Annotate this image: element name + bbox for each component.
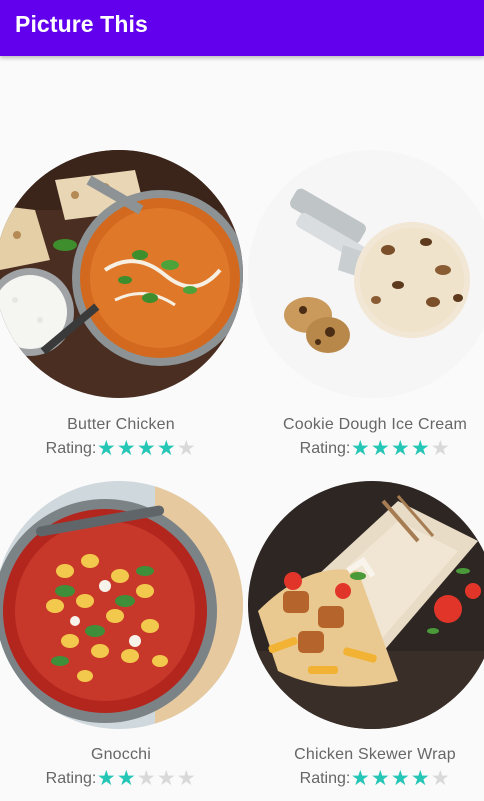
recipe-name: Gnocchi [90,746,152,763]
star-filled-icon: ★ [96,766,116,790]
star-filled-icon: ★ [390,766,410,790]
recipe-card[interactable]: Gnocchi Rating:★★★★★ [0,386,243,801]
star-rating: ★★★★★ [96,768,196,790]
ice-cream-photo [248,150,484,398]
gnocchi-photo [0,481,243,729]
recipe-card[interactable]: Chicken Skewer Wrap Rating:★★★★★ [242,386,484,801]
star-filled-icon: ★ [370,766,390,790]
app-title: Picture This [15,11,148,37]
wrap-photo [248,481,484,729]
butter-chicken-photo [0,150,243,398]
star-empty-icon: ★ [156,766,176,790]
star-empty-icon: ★ [136,766,156,790]
rating-label: Rating: [299,770,351,787]
recipe-card[interactable]: Cookie Dough Ice Cream Rating:★★★★★ [242,56,484,459]
recipe-rating: Rating:★★★★★ [0,768,242,790]
star-filled-icon: ★ [116,766,136,790]
recipe-name: Chicken Skewer Wrap [294,746,456,763]
recipe-card[interactable]: Butter Chicken Rating:★★★★★ [0,56,243,459]
star-empty-icon: ★ [430,766,450,790]
app-bar: Picture This [0,0,484,56]
recipe-rating: Rating:★★★★★ [254,768,484,790]
rating-label: Rating: [45,770,97,787]
star-empty-icon: ★ [176,766,196,790]
star-filled-icon: ★ [410,766,430,790]
recipe-grid: Butter Chicken Rating:★★★★★ Cookie Dough… [0,56,484,801]
star-rating: ★★★★★ [350,768,450,790]
star-filled-icon: ★ [350,766,370,790]
